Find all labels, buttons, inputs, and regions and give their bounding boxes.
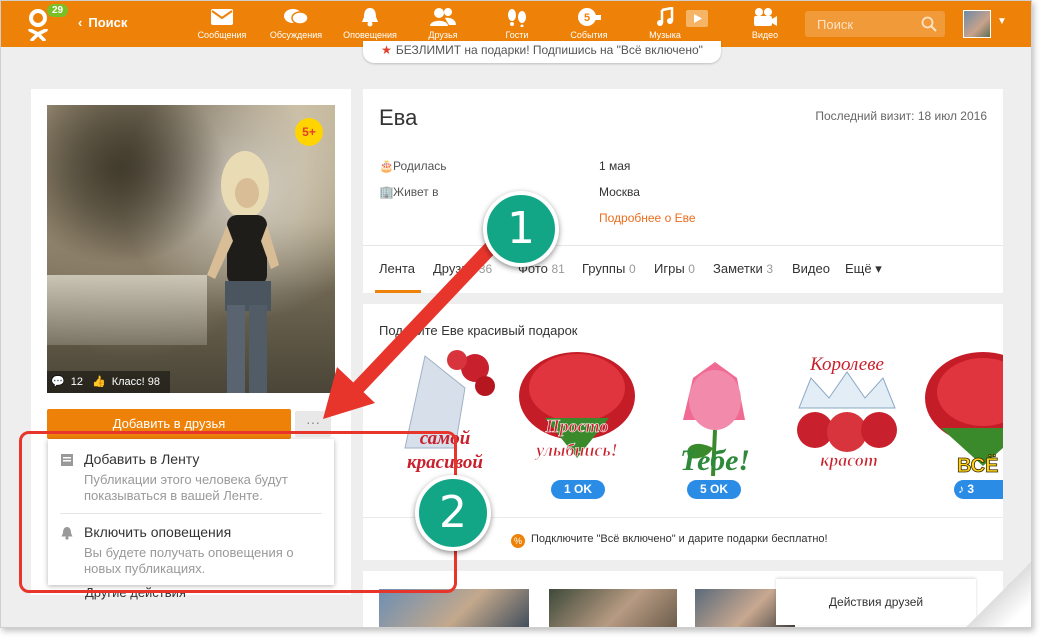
screenshot-frame: 29 ‹ Поиск Сообщения Обсуждения Оповещени… [0,0,1032,628]
annotation-arrow [323,234,504,419]
callout-step-2: 2 [415,475,491,551]
callout-step-1: 1 [483,191,559,267]
